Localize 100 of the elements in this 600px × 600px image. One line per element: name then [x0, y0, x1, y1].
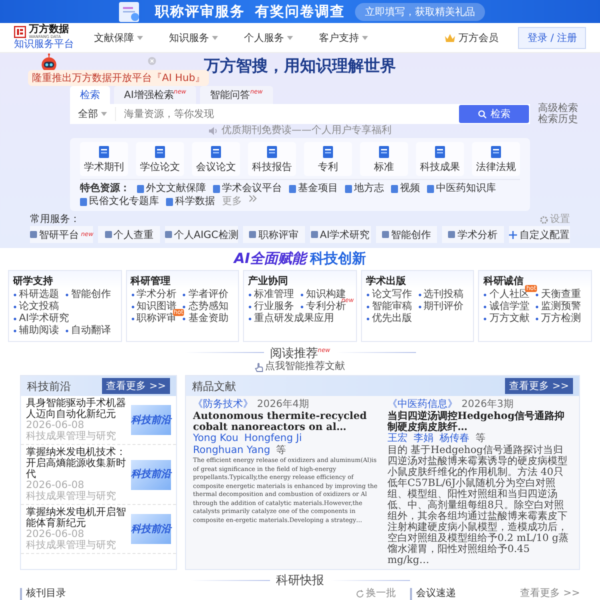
author-link[interactable]: Yong Kou: [193, 433, 238, 445]
article-title[interactable]: 掌握纳米发电机技术：开启高熵能源收集新时代: [26, 447, 128, 480]
article-source: 科技成果管理与研究: [26, 491, 117, 502]
search-tab[interactable]: 智能问答$^{new}$: [200, 86, 273, 104]
thumbnail-banner[interactable]: 科技前沿: [131, 460, 171, 490]
service-button[interactable]: 个人查重: [98, 226, 160, 243]
logo-icon: [14, 26, 26, 38]
service-button[interactable]: 智研平台 $^{new}$: [30, 226, 94, 243]
search-link[interactable]: 检索历史: [538, 114, 578, 125]
author-link[interactable]: 李娟: [414, 433, 434, 445]
service-link[interactable]: 行业服务: [254, 301, 294, 312]
service-button[interactable]: 学术分析: [442, 226, 504, 243]
search-link[interactable]: 高级检索: [538, 103, 578, 114]
resource-tile[interactable]: 科技报告: [248, 142, 296, 176]
article-title[interactable]: 掌握纳米发电机开启智能体育新纪元: [26, 507, 128, 529]
resource-tile[interactable]: 科技成果: [416, 142, 464, 176]
recommend-link[interactable]: 点我智能推荐文献: [265, 361, 345, 373]
thumbnail-banner[interactable]: 科技前沿: [131, 405, 171, 435]
settings-icon: [540, 216, 548, 224]
panel-title: 科技前沿: [27, 378, 71, 394]
section-title: 阅读推荐$^{new}$: [270, 345, 330, 360]
service-link[interactable]: 论文写作: [372, 289, 412, 300]
logo-name: 万方数据: [29, 25, 69, 35]
author-link[interactable]: Hongfeng Ji: [244, 433, 302, 445]
service-button[interactable]: 职称评审: [243, 226, 305, 243]
refresh-icon: [356, 590, 364, 598]
resource-tile[interactable]: 学术期刊: [80, 142, 128, 176]
search-field[interactable]: 全部 海量资源，等你发现 检索: [70, 104, 530, 124]
service-link[interactable]: 学者评价: [188, 289, 228, 300]
caret-icon: [362, 36, 368, 40]
article-meta: 2026-06-08: [26, 529, 86, 540]
service-button[interactable]: 个人AIGC检测: [164, 226, 238, 243]
author-link[interactable]: 杨传春: [440, 433, 470, 445]
etal-text: 等: [476, 433, 486, 445]
close-icon[interactable]: [148, 57, 156, 65]
banner-title: 职称评审服务: [155, 2, 245, 20]
resource-tile[interactable]: 学位论文: [136, 142, 184, 176]
nav-menu[interactable]: 客户支持: [319, 30, 368, 44]
featured-label: 特色资源：: [80, 182, 130, 195]
featured-link[interactable]: 民俗文化专题库: [80, 195, 159, 208]
journal-link[interactable]: 《防务技术》: [193, 399, 253, 411]
featured-link[interactable]: 地方志: [345, 182, 384, 195]
journal-link[interactable]: 《中医药信息》: [388, 399, 458, 411]
section-title: 科技创新: [310, 251, 366, 267]
search-button[interactable]: 检索: [459, 105, 529, 123]
caret-icon: [212, 36, 218, 40]
article-meta: 2026-06-08: [26, 480, 86, 491]
nav-menu[interactable]: 文献保障: [94, 30, 143, 44]
service-link[interactable]: 万方文献: [489, 313, 530, 324]
login-button[interactable]: 登录 / 注册: [518, 26, 586, 48]
service-link[interactable]: 专利分析: [306, 301, 346, 312]
featured-link[interactable]: 基金项目: [289, 182, 338, 195]
article-title[interactable]: 当归四逆汤调控Hedgehog信号通路抑制硬皮病皮肤纤…: [388, 411, 572, 433]
article-source: 科技成果管理与研究: [26, 540, 117, 551]
featured-link[interactable]: 科学数据: [166, 195, 215, 208]
more-button[interactable]: 查看更多 >>: [505, 378, 573, 394]
card-title: 产业协同: [248, 276, 288, 287]
author-link[interactable]: 王宏: [388, 433, 408, 445]
resource-tile[interactable]: 标准: [360, 142, 408, 176]
search-tab[interactable]: AI增强检索$^{new}$: [114, 86, 196, 104]
resource-tile[interactable]: 专利: [304, 142, 352, 176]
ad-banner[interactable]: 职称评审服务 有奖问卷调查 立即填写，获取精美礼品: [0, 0, 600, 23]
featured-link[interactable]: 中医药知识库: [427, 182, 496, 195]
thumbnail-banner[interactable]: 科技前沿: [131, 514, 171, 544]
article-meta: 2026-06-08: [26, 420, 86, 431]
service-button[interactable]: AI学术研究: [310, 226, 371, 243]
card-title: 科研诚信: [483, 276, 524, 287]
search-tab[interactable]: 检索: [70, 86, 110, 104]
etal-text: 等: [276, 445, 286, 457]
featured-link[interactable]: 视频: [391, 182, 420, 195]
issue-text: 2026年3期: [462, 399, 514, 411]
service-link[interactable]: 优先出版: [372, 313, 412, 324]
nav-menu[interactable]: 个人服务: [244, 30, 293, 44]
article-title[interactable]: 具身智能驱动手术机器人迈向自动化新纪元: [26, 398, 128, 420]
service-button[interactable]: 自定义配置: [508, 226, 570, 243]
service-link[interactable]: 学术分析: [136, 289, 177, 300]
resource-tile[interactable]: 会议论文: [192, 142, 240, 176]
author-link[interactable]: Ronghuan Yang: [193, 445, 270, 457]
chevron-icon[interactable]: [249, 195, 257, 202]
banner-title: 有奖问卷调查: [255, 2, 345, 20]
more-link[interactable]: 查看更多 >>: [520, 588, 580, 600]
subsection-title: 核刊目录: [26, 588, 66, 600]
nav-menu[interactable]: 知识服务: [169, 30, 218, 44]
abstract-text: 目的 基于Hedgehog信号通路探讨当归四逆汤对盐酸博来霉素诱导的硬皮病模型小鼠皮肤纤维化的作用机制。方法 40只低年C57BL/6J小鼠随机分为空白对照组、模型组、阳性对照组和当归四逆汤低、中、高剂量组每组8只。除空白对照组外，其余各组均通过盐酸博来霉素皮下注射构建硬皮病小鼠模型，造模成功后，空白对照组及模型组给予0.2 mL/10 g蒸馏水灌胃，阳性对照组给予0.45 mg/kg…: [388, 445, 570, 566]
membership-link[interactable]: 万方会员: [458, 30, 498, 44]
section-title: 科研快报: [276, 572, 324, 588]
section-title: AI全面赋能: [234, 251, 306, 267]
resource-tile[interactable]: 法律法规: [472, 142, 520, 176]
caret-icon: [101, 112, 107, 116]
article-title[interactable]: Autonomous thermite-recycled cobalt nanoreactors on al…: [193, 411, 378, 433]
subsection-title: 会议速递: [416, 588, 456, 600]
more-button[interactable]: 查看更多 >>: [102, 378, 170, 394]
service-button[interactable]: 智能创作: [376, 226, 438, 243]
crown-icon: [445, 34, 456, 42]
scope-dropdown[interactable]: 全部: [78, 107, 116, 121]
promo-bubble[interactable]: 隆重推出万方数据开放平台『AI Hub』: [28, 70, 210, 86]
card-title: 研学支持: [13, 276, 53, 287]
featured-link[interactable]: 学术会议平台: [213, 182, 282, 195]
featured-link[interactable]: 外文文献保障: [137, 182, 206, 195]
refresh-link[interactable]: 换一批: [366, 588, 396, 600]
